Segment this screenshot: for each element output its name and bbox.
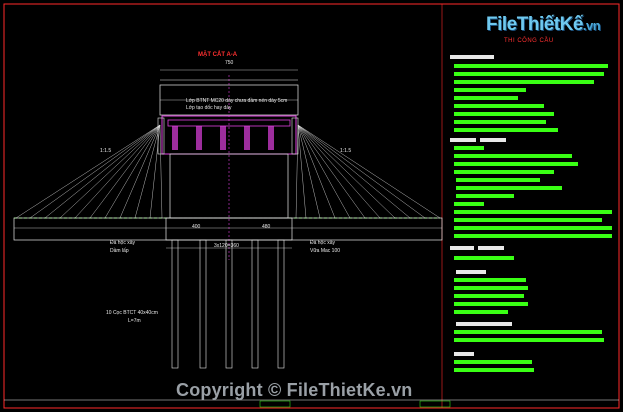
brand-subtitle: THI CÔNG CẦU: [504, 38, 554, 44]
deck-note-2: Lớp tạo dốc hay dày: [186, 105, 232, 111]
notes-panel: [450, 55, 612, 372]
copyright-watermark: Copyright © FileThietKe.vn: [176, 380, 412, 401]
pile-note: 10 Cọc BTCT 40x40cm: [106, 310, 158, 316]
deck-note-1: Lớp BTNT MC20 dày chưa đầm nén dày 5cm: [186, 98, 288, 104]
copyright-text: Copyright © FileThietKe.vn: [176, 380, 413, 400]
brand-domain: .vn: [582, 18, 601, 33]
right-note: Đá hộc xây: [310, 240, 336, 246]
dim-400: 400: [192, 224, 201, 230]
left-slope-fan: [15, 124, 163, 219]
dim-480: 480: [262, 224, 271, 230]
top-width-dim: 750: [225, 60, 234, 66]
brand-wordmark: FileThiếtKế.vn: [486, 14, 601, 36]
drawing-canvas: [3, 3, 620, 409]
pile-length: L=7m: [128, 318, 141, 324]
section-title: MẶT CẮT A-A: [198, 52, 238, 58]
brand-main: FileThiết: [486, 14, 560, 35]
right-note-2: Vữa Mac 100: [310, 248, 341, 254]
ground-line: [13, 217, 443, 241]
brand-logo: FileThiếtKế.vn THI CÔNG CẦU: [486, 14, 620, 54]
piles: [171, 239, 285, 369]
left-note: Đá hộc xây: [110, 240, 136, 246]
slope-left-label: 1:1.5: [100, 148, 112, 154]
title-block: [4, 399, 619, 408]
slope-right-label: 1:1.5: [340, 148, 352, 154]
dim-center: 3x120=360: [214, 243, 239, 249]
left-note-2: Dầm lấp: [110, 248, 129, 254]
bridge-deck: [157, 79, 299, 155]
right-slope-fan: [295, 124, 441, 219]
brand-mid: Kế: [559, 14, 584, 35]
